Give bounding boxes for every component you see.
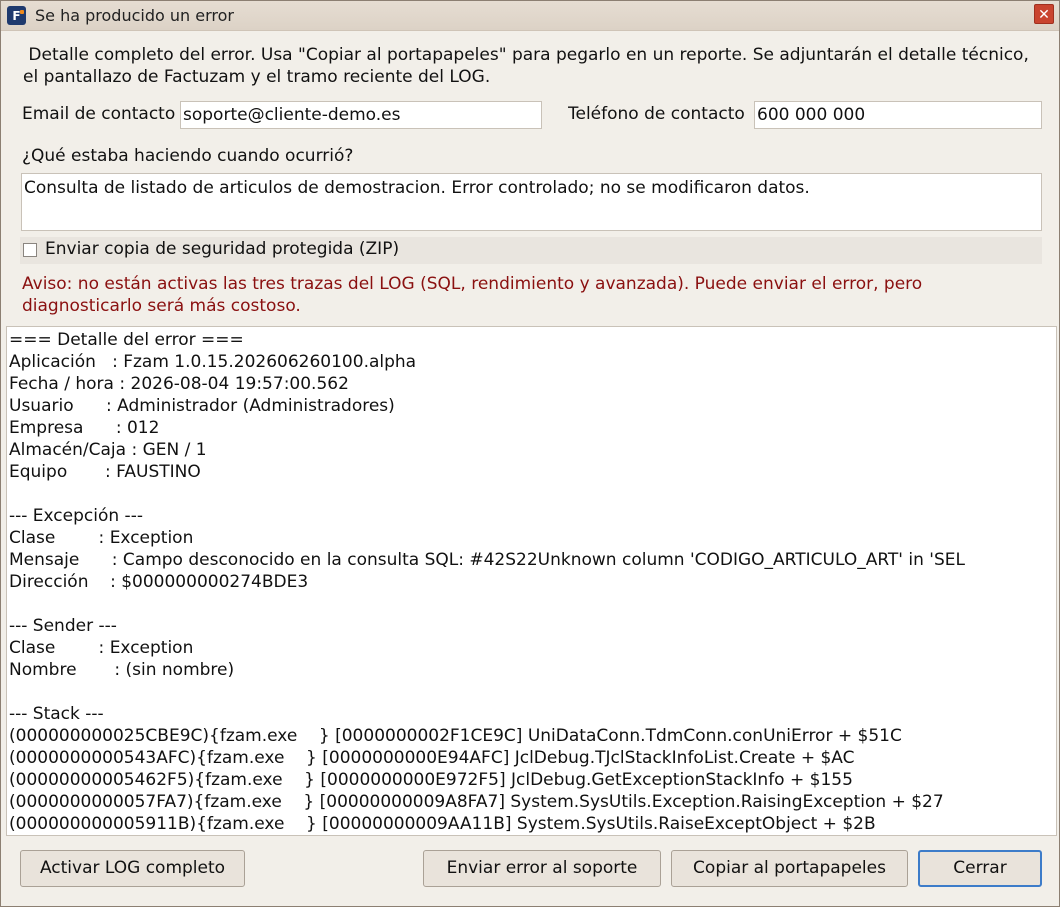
error-detail-line: Usuario : Administrador (Administradores…: [9, 396, 395, 416]
error-detail-text: === Detalle del error === Aplicación : Fz…: [9, 329, 965, 835]
activity-label: ¿Qué estaba haciendo cuando ocurrió?: [22, 146, 354, 166]
error-detail-line: Mensaje : Campo desconocido en la consul…: [9, 550, 965, 570]
error-detail-line: --- Stack ---: [9, 704, 104, 724]
copy-clipboard-button[interactable]: Copiar al portapapeles: [671, 850, 908, 887]
error-detail-line: (0000000000543AFC){fzam.exe } [000000000…: [9, 748, 855, 768]
email-field[interactable]: soporte@cliente-demo.es: [180, 101, 542, 129]
close-button[interactable]: Cerrar: [918, 850, 1042, 887]
backup-checkbox[interactable]: [23, 243, 37, 257]
intro-text-content: Detalle completo del error. Usa "Copiar …: [23, 45, 1029, 87]
error-detail-line: (0000000000057FA7){fzam.exe } [000000000…: [9, 792, 944, 812]
phone-field[interactable]: 600 000 000: [754, 101, 1042, 129]
error-detail-line: Dirección : $000000000274BDE3: [9, 572, 309, 592]
error-detail-line: (000000000025CBE9C){fzam.exe } [00000000…: [9, 726, 902, 746]
error-detail-line: Clase : Exception: [9, 638, 194, 658]
log-warning-text: Aviso: no están activas las tres trazas …: [22, 274, 923, 316]
error-detail-line: Fecha / hora : 2026-08-04 19:57:00.562: [9, 374, 349, 394]
error-detail-line: === Detalle del error ===: [9, 330, 244, 350]
phone-label: Teléfono de contacto: [568, 104, 745, 124]
error-detail-line: Nombre : (sin nombre): [9, 660, 235, 680]
error-detail-line: Almacén/Caja : GEN / 1: [9, 440, 207, 460]
error-detail-line: [9, 593, 965, 615]
error-detail-line: --- Excepción ---: [9, 506, 143, 526]
backup-checkbox-row[interactable]: Enviar copia de seguridad protegida (ZIP…: [20, 237, 1042, 264]
error-detail-line: (000000000005911B){fzam.exe } [000000000…: [9, 814, 876, 834]
error-detail-box[interactable]: === Detalle del error === Aplicación : Fz…: [6, 326, 1057, 836]
title-bar[interactable]: F Se ha producido un error ✕: [1, 1, 1059, 31]
error-detail-line: [9, 483, 965, 505]
intro-text: Detalle completo del error. Usa "Copiar …: [23, 44, 1033, 88]
error-detail-line: (00000000005462F5){fzam.exe } [000000000…: [9, 770, 853, 790]
activate-log-button[interactable]: Activar LOG completo: [20, 850, 245, 887]
send-error-button[interactable]: Enviar error al soporte: [423, 850, 661, 887]
window-title: Se ha producido un error: [35, 6, 234, 25]
app-logo-icon: F: [7, 6, 26, 25]
error-detail-line: --- Sender ---: [9, 616, 117, 636]
email-label: Email de contacto: [22, 104, 176, 124]
activity-textarea[interactable]: Consulta de listado de articulos de demo…: [21, 173, 1042, 231]
close-icon[interactable]: ✕: [1034, 4, 1054, 24]
error-detail-line: [9, 681, 965, 703]
error-detail-line: Equipo : FAUSTINO: [9, 462, 201, 482]
error-detail-line: Clase : Exception: [9, 528, 194, 548]
backup-checkbox-label: Enviar copia de seguridad protegida (ZIP…: [45, 239, 400, 259]
error-detail-line: Empresa : 012: [9, 418, 160, 438]
error-detail-line: Aplicación : Fzam 1.0.15.202606260100.al…: [9, 352, 417, 372]
error-dialog: F Se ha producido un error ✕ Detalle com…: [0, 0, 1060, 907]
app-logo-accent: [20, 10, 24, 14]
